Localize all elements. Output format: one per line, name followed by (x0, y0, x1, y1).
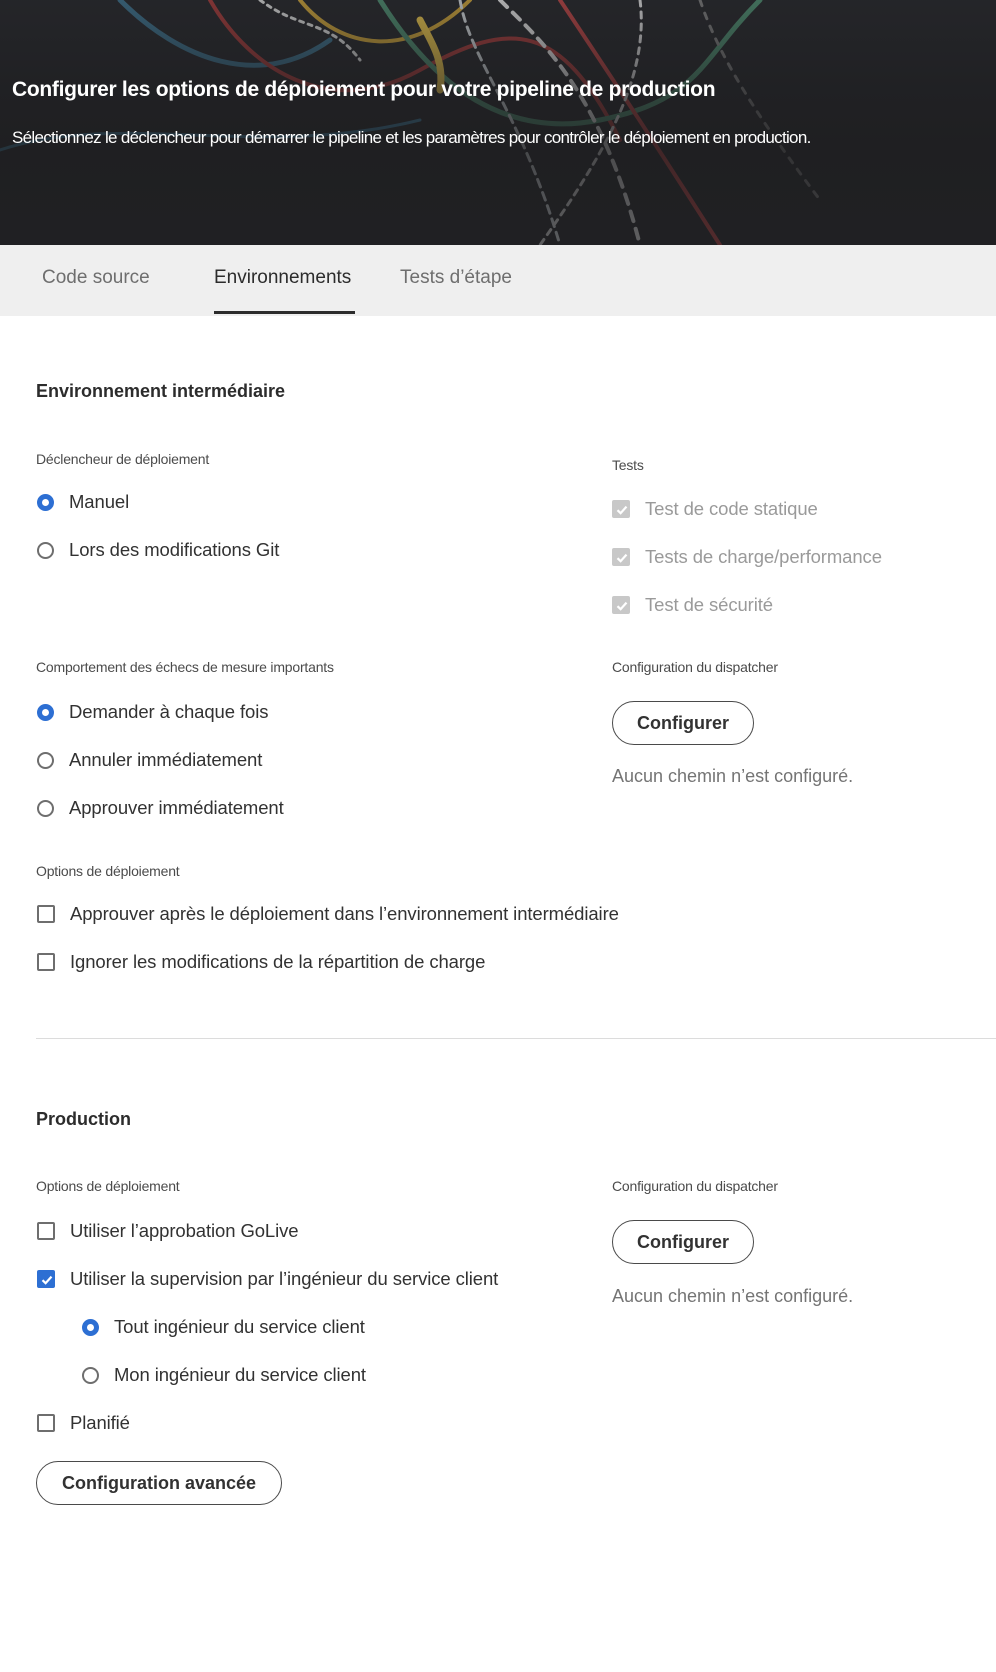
radio-approve-immediately[interactable] (37, 799, 54, 817)
scheduled-label: Planifié (70, 1412, 130, 1433)
scheduled-option[interactable]: Planifié (37, 1412, 130, 1434)
section-divider (36, 1038, 996, 1039)
tab-environnements[interactable]: Environnements (214, 267, 351, 289)
test-security: Test de sécurité (612, 594, 773, 616)
checkbox-ignore-load-balancer[interactable] (37, 953, 55, 971)
checkbox-cse-oversight[interactable] (37, 1270, 55, 1288)
test-load-performance-label: Tests de charge/performance (645, 546, 882, 567)
radio-my-cse[interactable] (82, 1366, 99, 1384)
ignore-load-balancer-label: Ignorer les modifications de la répartit… (70, 951, 486, 972)
approve-after-staging-label: Approuver après le déploiement dans l’en… (70, 903, 619, 924)
checkbox-approve-after-staging[interactable] (37, 905, 55, 923)
failure-behavior-label: Comportement des échecs de mesure import… (36, 659, 334, 675)
page-subtitle: Sélectionnez le déclencheur pour démarre… (12, 128, 811, 147)
approve-after-staging-option[interactable]: Approuver après le déploiement dans l’en… (37, 903, 619, 925)
trigger-manual-option[interactable]: Manuel (37, 491, 129, 513)
cse-any-option[interactable]: Tout ingénieur du service client (82, 1316, 365, 1338)
active-tab-indicator (214, 311, 355, 314)
production-dispatcher-label: Configuration du dispatcher (612, 1178, 778, 1194)
tab-code-source[interactable]: Code source (42, 267, 150, 289)
header-banner: Configurer les options de déploiement po… (0, 0, 996, 245)
staging-deploy-options-label: Options de déploiement (36, 863, 180, 879)
golive-approval-option[interactable]: Utiliser l’approbation GoLive (37, 1220, 299, 1242)
tab-bar: Code source Environnements Tests d’étape (0, 245, 996, 316)
production-dispatcher-configure-button[interactable]: Configurer (612, 1220, 754, 1264)
advanced-configuration-button[interactable]: Configuration avancée (36, 1461, 282, 1505)
cse-oversight-option[interactable]: Utiliser la supervision par l’ingénieur … (37, 1268, 498, 1290)
tab-tests-etape[interactable]: Tests d’étape (400, 267, 512, 289)
radio-manual[interactable] (37, 493, 54, 511)
page-title: Configurer les options de déploiement po… (12, 78, 716, 101)
ignore-load-balancer-option[interactable]: Ignorer les modifications de la répartit… (37, 951, 485, 973)
cse-my-label: Mon ingénieur du service client (114, 1364, 366, 1385)
failure-approve-label: Approuver immédiatement (69, 797, 284, 818)
test-security-label: Test de sécurité (645, 594, 773, 615)
failure-ask-option[interactable]: Demander à chaque fois (37, 701, 268, 723)
radio-ask-each-time[interactable] (37, 703, 54, 721)
trigger-manual-label: Manuel (69, 491, 130, 512)
failure-cancel-label: Annuler immédiatement (69, 749, 263, 770)
radio-any-cse[interactable] (82, 1318, 99, 1336)
staging-section-title: Environnement intermédiaire (36, 381, 286, 401)
cse-any-label: Tout ingénieur du service client (114, 1316, 365, 1337)
production-section-title: Production (36, 1109, 131, 1129)
staging-dispatcher-label: Configuration du dispatcher (612, 659, 778, 675)
test-load-performance: Tests de charge/performance (612, 546, 882, 568)
production-dispatcher-hint: Aucun chemin n’est configuré. (612, 1286, 854, 1306)
test-static-code-label: Test de code statique (645, 498, 818, 519)
production-deploy-options-label: Options de déploiement (36, 1178, 180, 1194)
tests-label: Tests (612, 457, 644, 473)
deploy-trigger-label: Déclencheur de déploiement (36, 451, 210, 467)
checkbox-golive-approval[interactable] (37, 1222, 55, 1240)
radio-git[interactable] (37, 541, 54, 559)
radio-cancel-immediately[interactable] (37, 751, 54, 769)
failure-cancel-option[interactable]: Annuler immédiatement (37, 749, 262, 771)
checkbox-security (612, 596, 630, 614)
checkbox-load-performance (612, 548, 630, 566)
staging-dispatcher-configure-button[interactable]: Configurer (612, 701, 754, 745)
trigger-git-label: Lors des modifications Git (69, 539, 280, 560)
failure-ask-label: Demander à chaque fois (69, 701, 269, 722)
cse-my-option[interactable]: Mon ingénieur du service client (82, 1364, 366, 1386)
checkbox-static-code (612, 500, 630, 518)
trigger-git-option[interactable]: Lors des modifications Git (37, 539, 279, 561)
golive-approval-label: Utiliser l’approbation GoLive (70, 1220, 299, 1241)
staging-dispatcher-hint: Aucun chemin n’est configuré. (612, 766, 854, 786)
checkbox-scheduled[interactable] (37, 1414, 55, 1432)
failure-approve-option[interactable]: Approuver immédiatement (37, 797, 284, 819)
cse-oversight-label: Utiliser la supervision par l’ingénieur … (70, 1268, 499, 1289)
test-static-code: Test de code statique (612, 498, 818, 520)
